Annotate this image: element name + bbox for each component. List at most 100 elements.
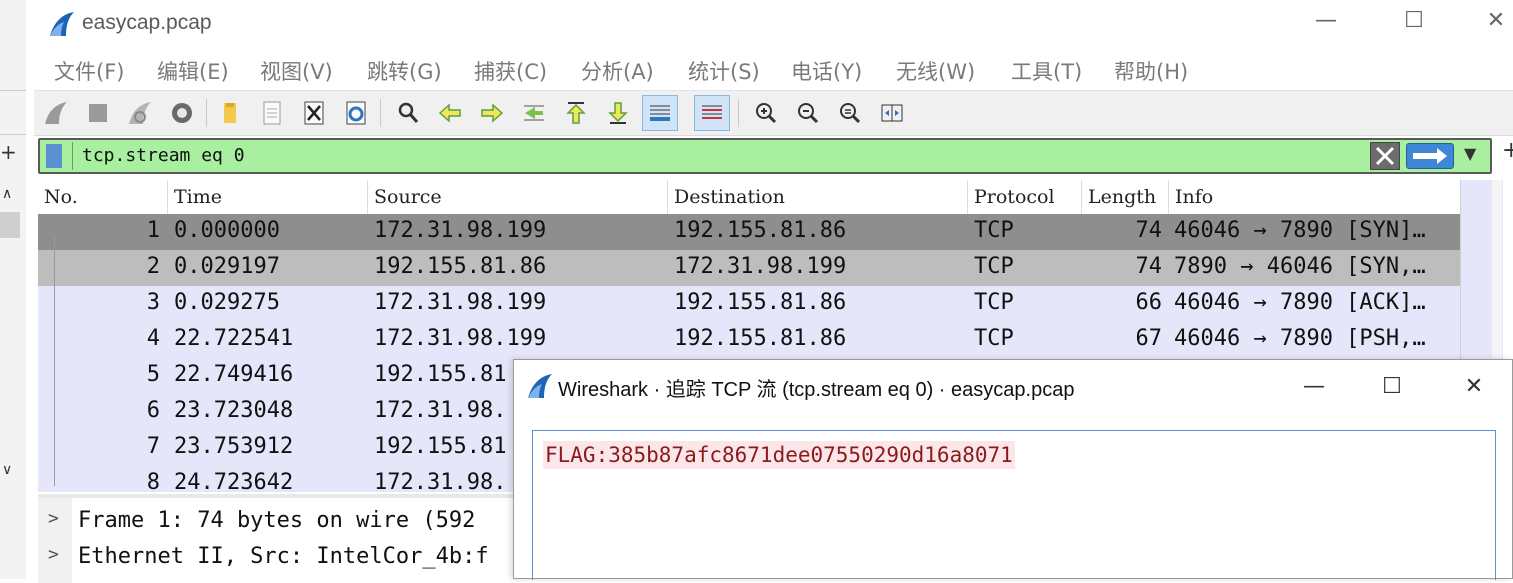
menu-file[interactable]: 文件(F) bbox=[54, 56, 124, 86]
cell-protocol: TCP bbox=[974, 218, 1014, 243]
menu-bar: 文件(F) 编辑(E) 视图(V) 跳转(G) 捕获(C) 分析(A) 统计(S… bbox=[26, 50, 1513, 90]
zoom-out-icon[interactable] bbox=[790, 95, 826, 131]
display-filter-input[interactable]: tcp.stream eq 0 bbox=[82, 145, 245, 166]
cell-source: 172.31.98.199 bbox=[374, 218, 547, 243]
cell-source: 192.155.81.86 bbox=[374, 254, 547, 279]
table-row[interactable]: 3 0.029275 172.31.98.199 192.155.81.86 T… bbox=[38, 286, 1460, 322]
minimize-button[interactable]: — bbox=[1306, 8, 1346, 33]
cell-time: 0.029275 bbox=[174, 290, 280, 315]
filter-history-dropdown-icon[interactable]: ▼ bbox=[1464, 144, 1476, 163]
close-file-icon[interactable] bbox=[296, 95, 332, 131]
chevron-right-icon[interactable]: > bbox=[48, 544, 59, 565]
stream-content-area[interactable]: FLAG:385b87afc8671dee07550290d16a8071 bbox=[532, 430, 1496, 580]
column-header-source[interactable]: Source bbox=[368, 180, 668, 214]
cell-length: 74 bbox=[1135, 218, 1163, 243]
background-window-strip: + ∧ ∨ bbox=[0, 0, 27, 579]
autoscroll-icon[interactable] bbox=[642, 95, 678, 131]
bg-divider bbox=[0, 90, 26, 91]
main-toolbar bbox=[34, 90, 1513, 136]
dialog-maximize-button[interactable]: ☐ bbox=[1372, 374, 1412, 399]
menu-edit[interactable]: 编辑(E) bbox=[157, 56, 229, 86]
toolbar-separator bbox=[380, 99, 381, 127]
toolbar-separator bbox=[206, 99, 207, 127]
column-header-no[interactable]: No. bbox=[38, 180, 168, 214]
bg-scroll-down-icon: ∨ bbox=[2, 462, 13, 478]
menu-wireless[interactable]: 无线(W) bbox=[896, 56, 975, 86]
add-filter-button[interactable]: + bbox=[1502, 138, 1513, 163]
menu-go[interactable]: 跳转(G) bbox=[367, 56, 442, 86]
cell-source: 172.31.98. bbox=[374, 398, 507, 423]
reload-file-icon[interactable] bbox=[338, 95, 374, 131]
save-file-icon[interactable] bbox=[254, 95, 290, 131]
start-capture-icon[interactable] bbox=[38, 95, 74, 131]
cell-no: 1 bbox=[146, 218, 160, 243]
cell-time: 0.029197 bbox=[174, 254, 280, 279]
cell-info: 46046 → 7890 [PSH,… bbox=[1174, 326, 1426, 351]
cell-no: 3 bbox=[146, 290, 160, 315]
display-filter-bar: tcp.stream eq 0 ▼ bbox=[38, 138, 1492, 174]
column-header-protocol[interactable]: Protocol bbox=[968, 180, 1082, 214]
open-file-icon[interactable] bbox=[212, 95, 248, 131]
go-back-icon[interactable] bbox=[432, 95, 468, 131]
cell-source: 192.155.81 bbox=[374, 362, 507, 387]
zoom-in-icon[interactable] bbox=[748, 95, 784, 131]
go-last-icon[interactable] bbox=[600, 95, 636, 131]
conversation-tree-line bbox=[54, 236, 55, 486]
dialog-minimize-button[interactable]: — bbox=[1294, 374, 1334, 399]
menu-capture[interactable]: 捕获(C) bbox=[474, 56, 547, 86]
cell-length: 67 bbox=[1135, 326, 1163, 351]
cell-no: 5 bbox=[146, 362, 160, 387]
apply-filter-button[interactable] bbox=[1406, 143, 1454, 169]
cell-no: 4 bbox=[146, 326, 160, 351]
table-row[interactable]: 4 22.722541 172.31.98.199 192.155.81.86 … bbox=[38, 322, 1460, 358]
go-forward-icon[interactable] bbox=[474, 95, 510, 131]
cell-no: 8 bbox=[146, 470, 160, 492]
cell-time: 0.000000 bbox=[174, 218, 280, 243]
table-row[interactable]: 2 0.029197 192.155.81.86 172.31.98.199 T… bbox=[38, 250, 1460, 286]
close-button[interactable]: ✕ bbox=[1476, 8, 1513, 33]
capture-options-icon[interactable] bbox=[164, 95, 200, 131]
find-packet-icon[interactable] bbox=[390, 95, 426, 131]
restart-capture-icon[interactable] bbox=[122, 95, 158, 131]
menu-help[interactable]: 帮助(H) bbox=[1114, 56, 1188, 86]
zoom-normal-icon[interactable] bbox=[832, 95, 868, 131]
go-to-packet-icon[interactable] bbox=[516, 95, 552, 131]
column-header-info[interactable]: Info bbox=[1169, 180, 1460, 214]
detail-text: Ethernet II, Src: IntelCor_4b:f bbox=[78, 544, 489, 569]
colorize-icon[interactable] bbox=[694, 95, 730, 131]
cell-info: 46046 → 7890 [SYN]… bbox=[1174, 218, 1426, 243]
dialog-title: Wireshark · 追踪 TCP 流 (tcp.stream eq 0) ·… bbox=[558, 379, 1075, 401]
cell-destination: 192.155.81.86 bbox=[674, 218, 847, 243]
wireshark-fin-icon bbox=[50, 12, 74, 36]
cell-info: 7890 → 46046 [SYN,… bbox=[1174, 254, 1426, 279]
filter-bookmark-icon[interactable] bbox=[46, 144, 62, 168]
chevron-right-icon[interactable]: > bbox=[48, 508, 59, 529]
menu-view[interactable]: 视图(V) bbox=[260, 56, 333, 86]
stop-capture-icon[interactable] bbox=[80, 95, 116, 131]
menu-analyze[interactable]: 分析(A) bbox=[581, 56, 654, 86]
menu-statistics[interactable]: 统计(S) bbox=[688, 56, 760, 86]
maximize-button[interactable]: ☐ bbox=[1394, 8, 1434, 33]
dialog-close-button[interactable]: ✕ bbox=[1454, 374, 1494, 399]
resize-columns-icon[interactable] bbox=[874, 95, 910, 131]
column-header-length[interactable]: Length bbox=[1082, 180, 1169, 214]
cell-time: 24.723642 bbox=[174, 470, 294, 492]
menu-tools[interactable]: 工具(T) bbox=[1011, 56, 1082, 86]
window-title: easycap.pcap bbox=[82, 11, 212, 34]
column-header-time[interactable]: Time bbox=[168, 180, 368, 214]
cell-no: 7 bbox=[146, 434, 160, 459]
cell-destination: 192.155.81.86 bbox=[674, 326, 847, 351]
cell-protocol: TCP bbox=[974, 254, 1014, 279]
clear-filter-button[interactable] bbox=[1370, 142, 1400, 170]
toolbar-separator bbox=[738, 99, 739, 127]
go-first-icon[interactable] bbox=[558, 95, 594, 131]
cell-destination: 192.155.81.86 bbox=[674, 290, 847, 315]
cell-time: 22.749416 bbox=[174, 362, 294, 387]
column-header-destination[interactable]: Destination bbox=[668, 180, 968, 214]
bg-plus-icon: + bbox=[0, 140, 17, 164]
menu-telephony[interactable]: 电话(Y) bbox=[791, 56, 862, 86]
cell-no: 6 bbox=[146, 398, 160, 423]
detail-text: Frame 1: 74 bytes on wire (592 bbox=[78, 508, 476, 533]
bg-divider bbox=[0, 134, 26, 135]
table-row[interactable]: 1 0.000000 172.31.98.199 192.155.81.86 T… bbox=[38, 214, 1460, 250]
